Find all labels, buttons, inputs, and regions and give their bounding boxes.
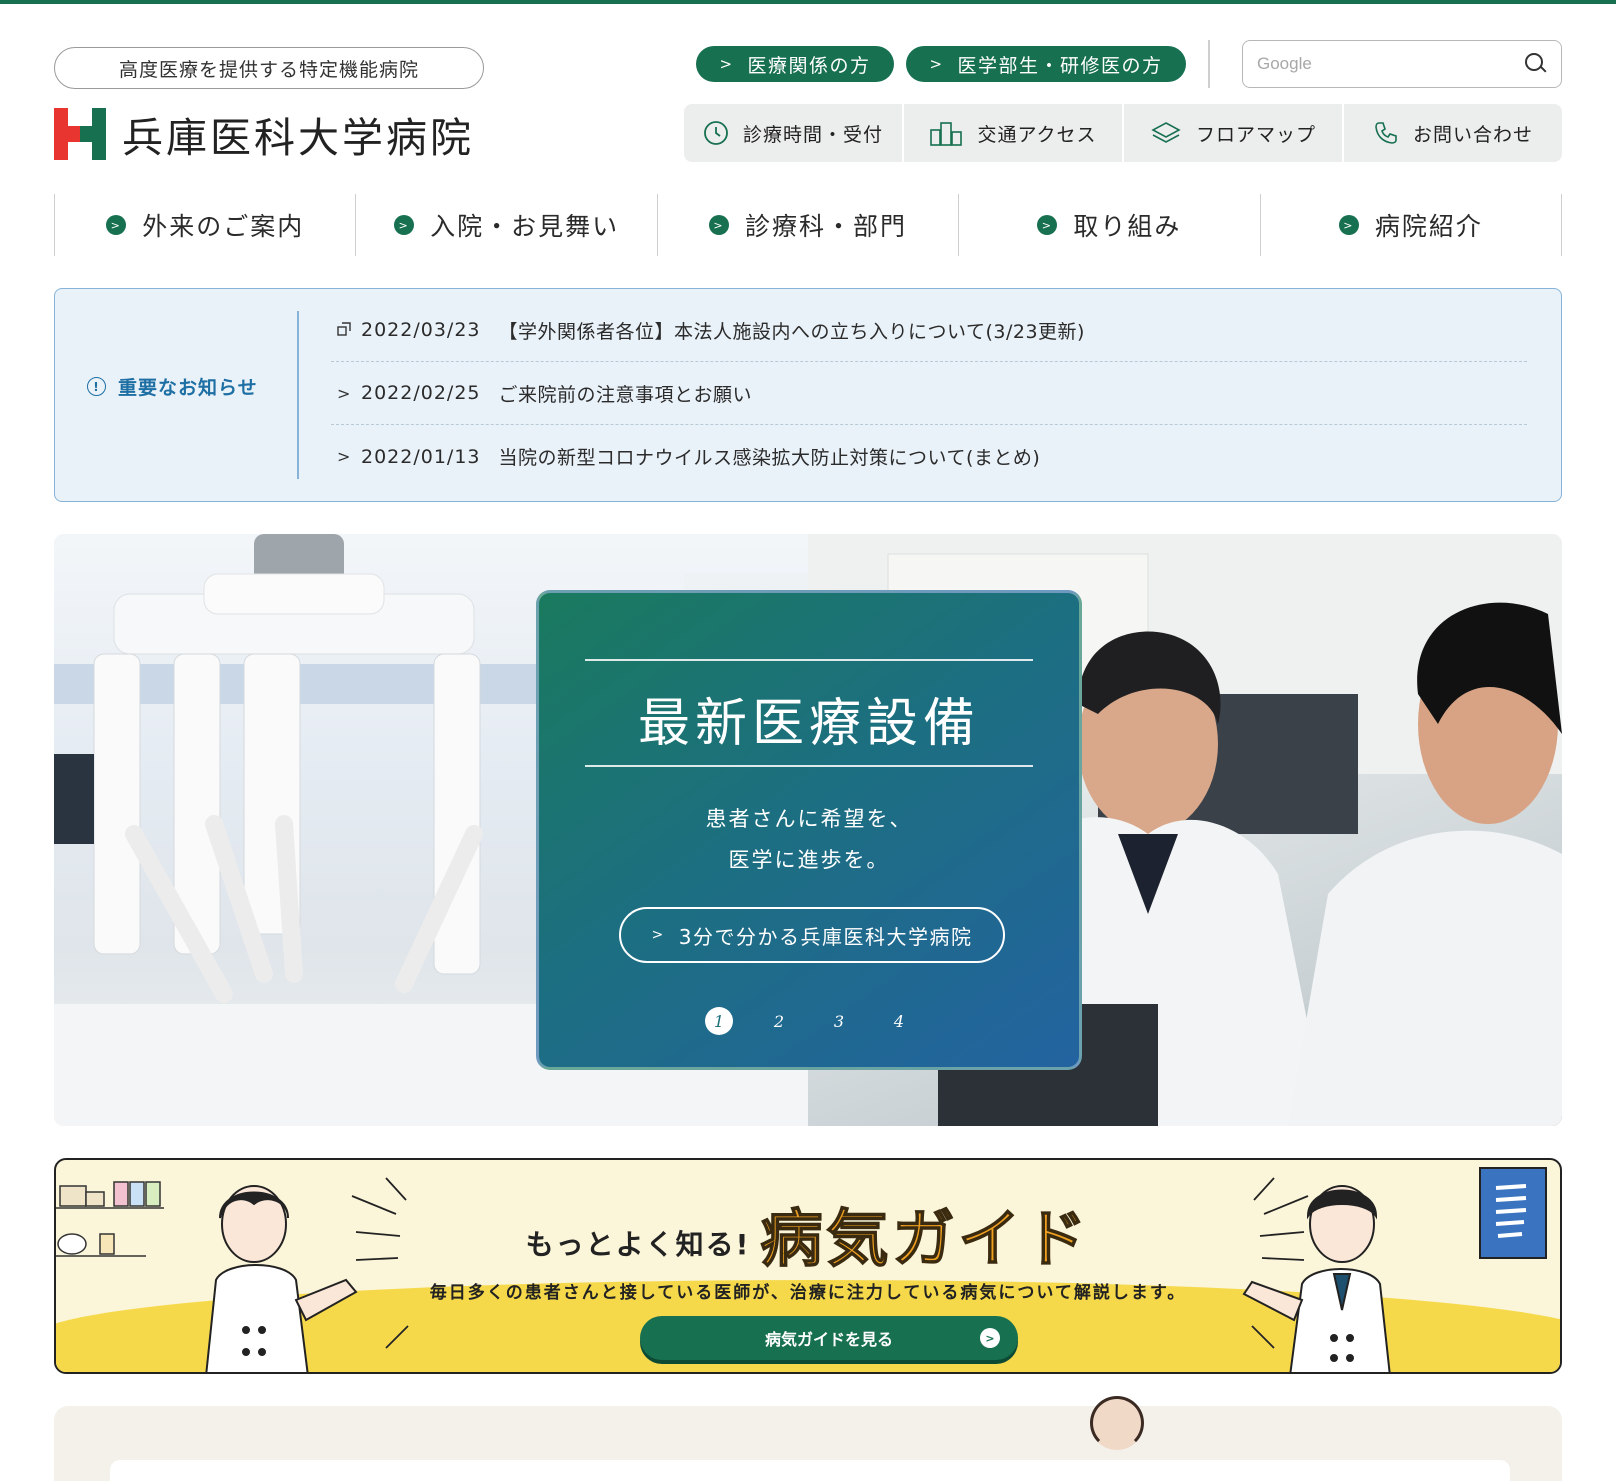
chevron-right-icon: > [394, 215, 415, 235]
notice-date: 2022/03/23 [361, 319, 481, 341]
buildings-icon [930, 122, 963, 146]
external-link-icon [337, 321, 355, 340]
hospital-logo-icon [54, 108, 106, 160]
alert-icon: ! [87, 377, 106, 396]
slide-dot-2[interactable]: 2 [765, 1007, 793, 1035]
students-residents-label: 医学部生・研修医の方 [957, 54, 1163, 77]
slide-dot-3[interactable]: 3 [825, 1007, 853, 1035]
top-accent-bar [0, 0, 1616, 4]
disease-guide-banner[interactable]: もっとよく知る! 病気ガイド 毎日多くの患者さんと接している医師が、治療に注力して… [54, 1158, 1562, 1374]
contact-label: お問い合わせ [1412, 123, 1533, 146]
nav-about[interactable]: > 病院紹介 [1261, 194, 1563, 256]
intro-video-label: 3分で分かる兵庫医科大学病院 [678, 924, 973, 949]
notice-title: ご来院前の注意事項とお願い [498, 383, 753, 406]
access-label: 交通アクセス [977, 123, 1097, 146]
medical-professionals-link[interactable]: > 医療関係の方 [696, 46, 894, 82]
notices-heading-label: 重要なお知らせ [118, 377, 258, 399]
chevron-right-icon: > [337, 383, 351, 403]
clock-icon [704, 121, 728, 145]
banner-title: もっとよく知る! 病気ガイド [56, 1188, 1560, 1278]
nav-outpatient[interactable]: > 外来のご案内 [55, 194, 357, 256]
phone-icon [1375, 122, 1397, 144]
chevron-right-icon: > [929, 55, 944, 73]
chevron-right-icon: > [337, 447, 351, 466]
nav-departments[interactable]: > 診療科・部門 [658, 194, 960, 256]
nav-about-label: 病院紹介 [1374, 212, 1483, 241]
notice-item[interactable]: > 2022/02/25 ご来院前の注意事項とお願い [331, 362, 1527, 425]
slide-dot-4[interactable]: 4 [885, 1007, 913, 1035]
notice-title: 【学外関係者各位】本法人施設内への立ち入りについて(3/23更新) [498, 320, 1085, 343]
chevron-right-icon: > [709, 215, 729, 235]
next-section-card [110, 1460, 1510, 1481]
hospital-tagline: 高度医療を提供する特定機能病院 [54, 47, 484, 89]
hero-slider: 最新医療設備 患者さんに希望を、 医学に進歩を。 > 3分で分かる兵庫医科大学病… [54, 534, 1562, 1126]
slide-dot-1[interactable]: 1 [705, 1007, 733, 1035]
notice-item[interactable]: 2022/03/23 【学外関係者各位】本法人施設内への立ち入りについて(3/2… [331, 299, 1527, 362]
chevron-right-icon: > [1037, 215, 1058, 235]
nav-inpatient[interactable]: > 入院・お見舞い [356, 194, 658, 256]
notices-list: 2022/03/23 【学外関係者各位】本法人施設内への立ち入りについて(3/2… [331, 299, 1527, 488]
global-nav: > 外来のご案内 > 入院・お見舞い > 診療科・部門 > 取り組み > 病院紹… [54, 194, 1563, 256]
disease-guide-button[interactable]: 病気ガイドを見る > [640, 1316, 1018, 1360]
nav-outpatient-label: 外来のご案内 [142, 212, 305, 241]
contact-link[interactable]: お問い合わせ [1344, 104, 1562, 162]
notice-date: 2022/02/25 [361, 382, 481, 404]
floor-map-label: フロアマップ [1195, 123, 1316, 146]
notice-title: 当院の新型コロナウイルス感染拡大防止対策について(まとめ) [498, 447, 1041, 469]
hero-subtitle-line1: 患者さんに希望を、 [705, 807, 913, 831]
banner-lead: もっとよく知る! [525, 1228, 751, 1261]
next-section-container [54, 1406, 1562, 1481]
notice-item[interactable]: > 2022/01/13 当院の新型コロナウイルス感染拡大防止対策について(まと… [331, 425, 1527, 488]
hospital-logo-link[interactable]: 兵庫医科大学病院 [54, 104, 474, 164]
staff-avatar [1090, 1396, 1144, 1450]
hero-title: 最新医療設備 [637, 694, 980, 754]
hero-rule-top [585, 659, 1033, 661]
header-divider [1208, 40, 1210, 88]
hours-reception-link[interactable]: 診療時間・受付 [684, 104, 904, 162]
chevron-right-icon: > [1338, 215, 1359, 235]
hours-reception-label: 診療時間・受付 [742, 123, 883, 146]
notice-date: 2022/01/13 [361, 445, 481, 468]
notices-heading: ! 重要なお知らせ [87, 373, 258, 400]
hospital-name: 兵庫医科大学病院 [122, 114, 474, 162]
arrow-right-icon: > [980, 1328, 1000, 1348]
layers-icon [1151, 122, 1181, 143]
disease-guide-button-label: 病気ガイドを見る [764, 1330, 893, 1349]
search-icon[interactable] [1525, 53, 1547, 75]
hero-subtitle-line2: 医学に進歩を。 [728, 848, 890, 872]
search-input[interactable] [1257, 54, 1525, 74]
site-search [1242, 40, 1562, 88]
hero-rule-bottom [585, 765, 1033, 767]
banner-description: 毎日多くの患者さんと接している医師が、治療に注力している病気について解説します。 [429, 1283, 1187, 1303]
floor-map-link[interactable]: フロアマップ [1124, 104, 1344, 162]
hero-content-card: 最新医療設備 患者さんに希望を、 医学に進歩を。 > 3分で分かる兵庫医科大学病… [536, 590, 1082, 1070]
access-link[interactable]: 交通アクセス [904, 104, 1124, 162]
important-notices: ! 重要なお知らせ 2022/03/23 【学外関係者各位】本法人施設内への立ち… [54, 288, 1562, 502]
chevron-right-icon: > [719, 55, 734, 73]
nav-inpatient-label: 入院・お見舞い [430, 212, 620, 241]
nav-initiatives-label: 取り組み [1073, 212, 1182, 241]
notices-divider [297, 311, 299, 479]
chevron-right-icon: > [106, 215, 127, 235]
intro-video-button[interactable]: > 3分で分かる兵庫医科大学病院 [619, 907, 1005, 963]
utility-nav: 診療時間・受付 交通アクセス フロアマップ お問い合わせ [684, 104, 1562, 162]
students-residents-link[interactable]: > 医学部生・研修医の方 [906, 46, 1186, 82]
banner-heading: 病気ガイド [760, 1201, 1091, 1276]
medical-professionals-label: 医療関係の方 [747, 54, 871, 77]
slide-pagination: 1 2 3 4 [539, 1007, 1079, 1035]
nav-initiatives[interactable]: > 取り組み [959, 194, 1261, 256]
chevron-right-icon: > [651, 927, 665, 943]
hero-subtitle: 患者さんに希望を、 医学に進歩を。 [539, 799, 1079, 881]
nav-departments-label: 診療科・部門 [745, 212, 908, 241]
